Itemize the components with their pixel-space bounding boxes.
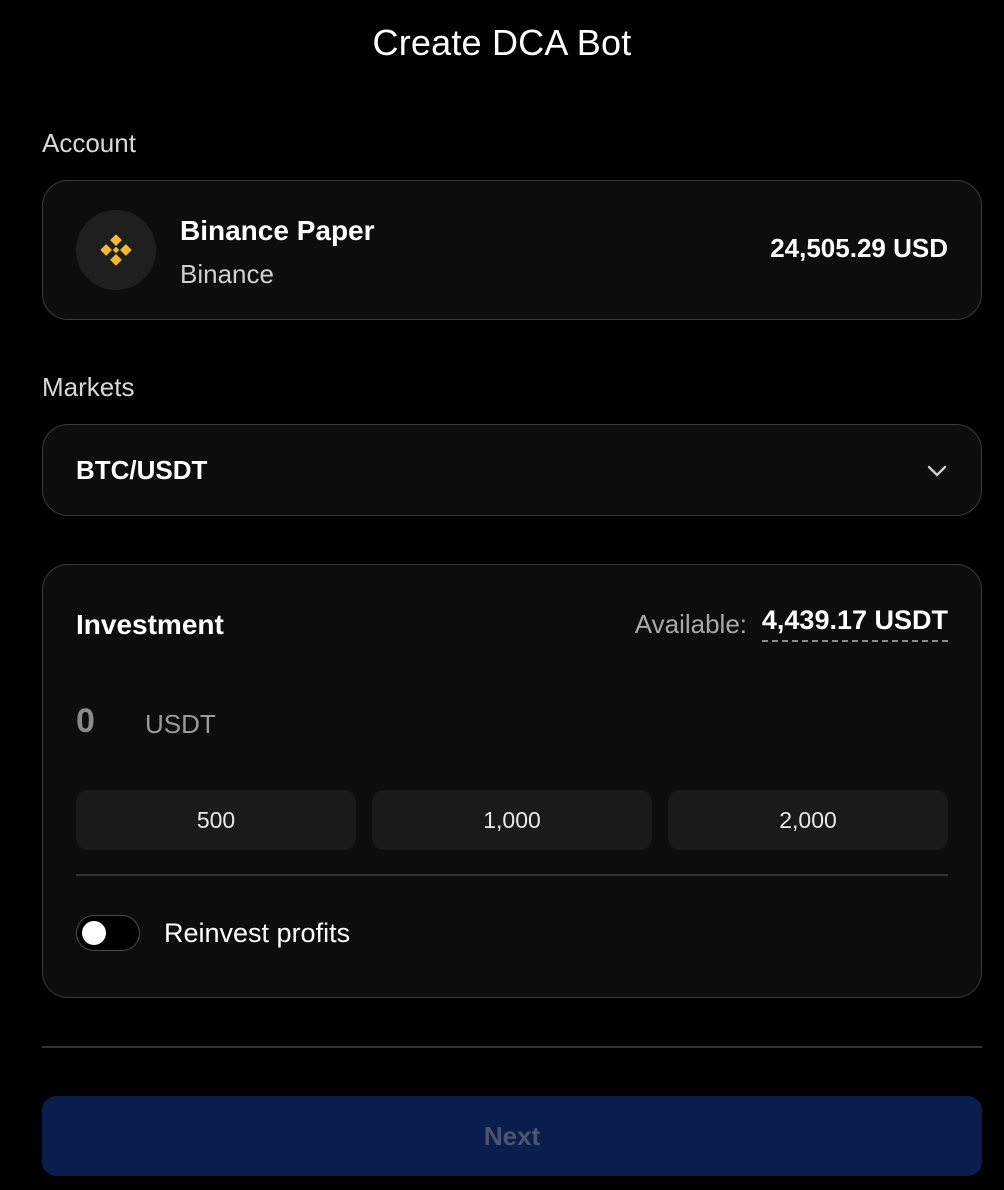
preset-2000-button[interactable]: 2,000 — [668, 790, 948, 850]
reinvest-profits-toggle[interactable] — [76, 915, 140, 951]
markets-section-label: Markets — [42, 372, 135, 402]
divider — [42, 1046, 982, 1048]
investment-title: Investment — [76, 609, 224, 640]
investment-amount-row: USDT — [76, 699, 946, 743]
preset-500-button[interactable]: 500 — [76, 790, 356, 850]
preset-1000-button[interactable]: 1,000 — [372, 790, 652, 850]
account-selector[interactable]: Binance Paper Binance 24,505.29 USD — [42, 180, 982, 320]
create-dca-bot-page: Create DCA Bot Account Binance Paper Bin… — [0, 0, 1004, 1190]
investment-amount-input[interactable] — [76, 699, 136, 743]
account-exchange: Binance — [180, 259, 274, 289]
market-select[interactable]: BTC/USDT — [42, 424, 982, 516]
chevron-down-icon — [927, 465, 947, 477]
account-balance: 24,505.29 USD — [770, 233, 948, 263]
account-name: Binance Paper — [180, 215, 375, 246]
preset-amounts: 500 1,000 2,000 — [76, 790, 948, 850]
page-title: Create DCA Bot — [372, 22, 632, 63]
available-label: Available: — [634, 609, 747, 639]
account-section-label: Account — [42, 128, 136, 158]
reinvest-profits-label: Reinvest profits — [164, 918, 351, 948]
toggle-knob — [82, 921, 106, 945]
divider — [76, 874, 948, 876]
available-balance-link[interactable]: 4,439.17 USDT — [761, 605, 948, 642]
reinvest-row: Reinvest profits — [76, 915, 576, 951]
binance-logo-icon — [76, 210, 156, 290]
next-button[interactable]: Next — [42, 1096, 982, 1176]
investment-panel: Investment Available: 4,439.17 USDT USDT… — [42, 564, 982, 998]
investment-unit: USDT — [145, 709, 216, 739]
market-selected-value: BTC/USDT — [76, 455, 208, 485]
